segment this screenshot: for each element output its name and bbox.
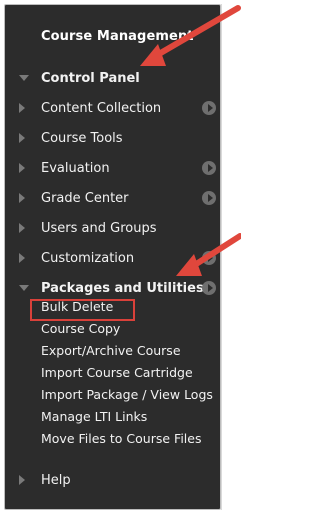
- go-arrow-icon[interactable]: [202, 191, 216, 205]
- go-arrow-icon[interactable]: [202, 281, 216, 295]
- caret-right-icon: [19, 475, 25, 485]
- control-panel-label: Control Panel: [41, 70, 140, 86]
- course-management-panel: Course Management Control Panel Content …: [4, 4, 221, 510]
- menu-item-evaluation[interactable]: Evaluation: [5, 155, 222, 181]
- subitem-course-copy[interactable]: Course Copy: [41, 321, 120, 336]
- go-arrow-icon[interactable]: [202, 101, 216, 115]
- caret-right-icon: [19, 223, 25, 233]
- caret-right-icon: [19, 133, 25, 143]
- menu-item-label: Content Collection: [41, 100, 162, 116]
- go-arrow-icon[interactable]: [202, 251, 216, 265]
- caret-right-icon: [19, 253, 25, 263]
- subitem-move-files[interactable]: Move Files to Course Files: [41, 431, 201, 446]
- subitem-import-package-view-logs[interactable]: Import Package / View Logs: [41, 387, 213, 402]
- caret-right-icon: [19, 193, 25, 203]
- page-edge-strip: [221, 4, 241, 510]
- caret-right-icon: [19, 103, 25, 113]
- menu-item-label: Help: [41, 472, 71, 488]
- subitem-export-archive-course[interactable]: Export/Archive Course: [41, 343, 181, 358]
- caret-down-icon: [19, 285, 29, 291]
- menu-item-users-and-groups[interactable]: Users and Groups: [5, 215, 222, 241]
- bulk-delete-highlight: [30, 299, 135, 321]
- menu-item-label: Evaluation: [41, 160, 110, 176]
- subitem-import-course-cartridge[interactable]: Import Course Cartridge: [41, 365, 193, 380]
- menu-item-label: Users and Groups: [41, 220, 157, 236]
- menu-item-packages-and-utilities[interactable]: Packages and Utilities: [5, 275, 222, 301]
- menu-item-content-collection[interactable]: Content Collection: [5, 95, 222, 121]
- subitem-manage-lti-links[interactable]: Manage LTI Links: [41, 409, 147, 424]
- menu-item-label: Course Tools: [41, 130, 123, 146]
- packages-label: Packages and Utilities: [41, 280, 204, 296]
- menu-item-label: Customization: [41, 250, 135, 266]
- menu-item-grade-center[interactable]: Grade Center: [5, 185, 222, 211]
- menu-item-help[interactable]: Help: [5, 467, 222, 493]
- menu-item-customization[interactable]: Customization: [5, 245, 222, 271]
- caret-down-icon: [19, 75, 29, 81]
- menu-item-label: Grade Center: [41, 190, 129, 206]
- go-arrow-icon[interactable]: [202, 161, 216, 175]
- menu-item-course-tools[interactable]: Course Tools: [5, 125, 222, 151]
- control-panel-header[interactable]: Control Panel: [5, 65, 222, 91]
- panel-title: Course Management: [41, 29, 194, 44]
- caret-right-icon: [19, 163, 25, 173]
